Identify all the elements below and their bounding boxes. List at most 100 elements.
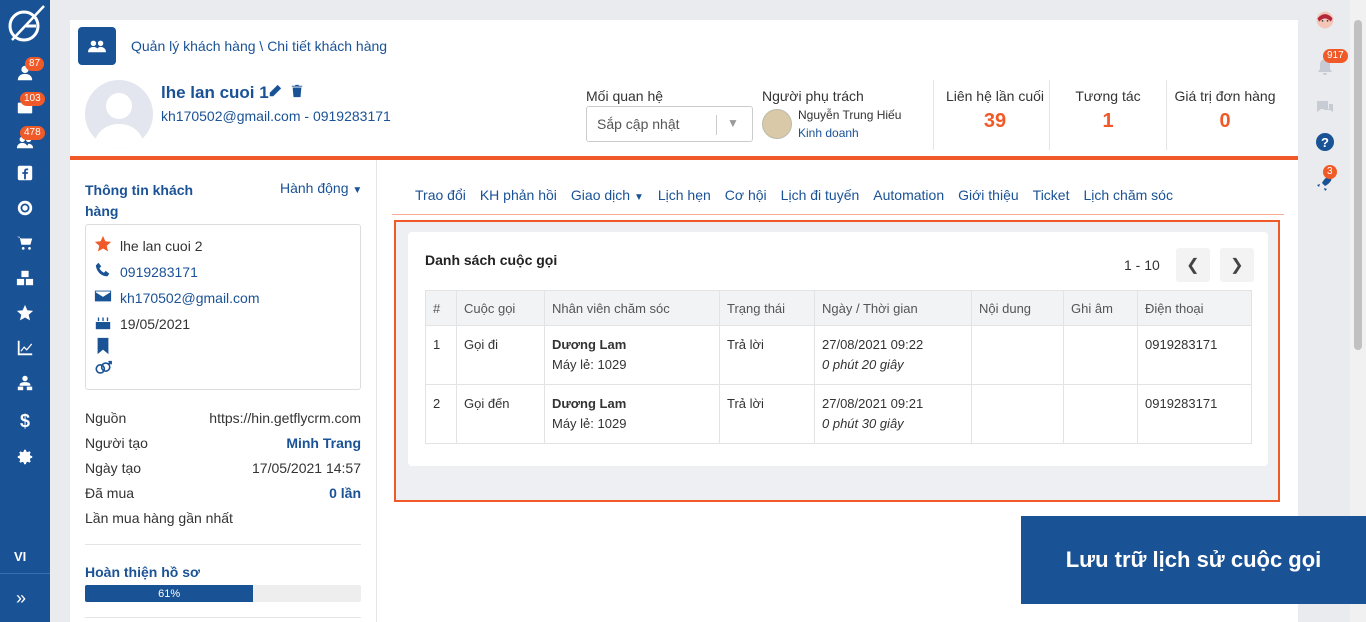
info-email[interactable]: kh170502@gmail.com bbox=[94, 287, 260, 308]
tab-lich-cham-soc[interactable]: Lịch chăm sóc bbox=[1083, 187, 1172, 203]
meta-source: Nguồn https://hin.getflycrm.com bbox=[85, 410, 361, 426]
col-header: Ngày / Thời gian bbox=[814, 290, 972, 326]
tab-kh-phan-hoi[interactable]: KH phản hồi bbox=[480, 187, 557, 203]
user-avatar[interactable] bbox=[1313, 8, 1337, 32]
meta-value: 17/05/2021 14:57 bbox=[252, 460, 361, 476]
calls-table: # Cuộc gọi Nhân viên chăm sóc Trạng thái… bbox=[425, 290, 1252, 444]
svg-text:?: ? bbox=[1321, 135, 1329, 150]
user-group-icon[interactable] bbox=[14, 372, 36, 394]
cell-phone: 0919283171 bbox=[1137, 384, 1252, 444]
dollar-icon[interactable]: $ bbox=[14, 410, 36, 432]
meta-label: Nguồn bbox=[85, 410, 127, 426]
owner-name[interactable]: Nguyễn Trung Hiếu bbox=[798, 108, 901, 122]
tab-lich-di-tuyen[interactable]: Lịch đi tuyến bbox=[781, 187, 860, 203]
next-page-button[interactable]: ❯ bbox=[1219, 248, 1254, 282]
meta-label: Người tạo bbox=[85, 435, 148, 451]
birthday-value: 19/05/2021 bbox=[120, 315, 191, 332]
actions-dropdown[interactable]: Hành động ▼ bbox=[280, 180, 362, 196]
cell-content bbox=[971, 384, 1064, 444]
meta-creator: Người tạo Minh Trang bbox=[85, 435, 361, 451]
info-bookmark bbox=[94, 337, 112, 358]
customer-info-title: Thông tin khách hàng bbox=[85, 182, 194, 219]
stat-label: Giá trị đơn hàng bbox=[1174, 88, 1276, 104]
col-header: Nội dung bbox=[971, 290, 1064, 326]
chat-icon[interactable] bbox=[1313, 95, 1337, 119]
profile-completion-label: Hoàn thiện hồ sơ bbox=[85, 564, 200, 580]
staff-name: Dương Lam bbox=[552, 337, 627, 352]
meta-value[interactable]: Minh Trang bbox=[286, 435, 361, 451]
phone-icon bbox=[94, 261, 112, 282]
chart-icon[interactable] bbox=[14, 337, 36, 359]
stat-label: Tương tác bbox=[1075, 88, 1141, 104]
tab-automation[interactable]: Automation bbox=[873, 187, 944, 203]
relationship-select[interactable]: Sắp cập nhật ▼ bbox=[586, 106, 753, 142]
stat-order-value: Giá trị đơn hàng 0 bbox=[1170, 88, 1280, 133]
tab-gioi-thieu[interactable]: Giới thiệu bbox=[958, 187, 1019, 203]
email-value[interactable]: kh170502@gmail.com bbox=[120, 290, 260, 306]
info-phone[interactable]: 0919283171 bbox=[94, 261, 198, 282]
trash-icon[interactable] bbox=[290, 84, 304, 101]
progress-fill: 61% bbox=[85, 585, 254, 602]
star-icon[interactable] bbox=[14, 302, 36, 324]
info-gender bbox=[94, 359, 112, 380]
badge-customers: 478 bbox=[20, 126, 45, 140]
call-duration: 0 phút 30 giây bbox=[822, 416, 904, 431]
chevron-down-icon: ▼ bbox=[727, 116, 739, 130]
help-icon[interactable]: ? bbox=[1313, 130, 1337, 154]
chevron-right-icon: ❯ bbox=[1230, 257, 1244, 274]
facebook-icon[interactable] bbox=[14, 162, 36, 184]
customer-avatar bbox=[85, 80, 153, 148]
cell-status: Trả lời bbox=[719, 325, 815, 385]
divider bbox=[1166, 80, 1167, 150]
owner-avatar bbox=[762, 109, 792, 139]
tab-co-hoi[interactable]: Cơ hội bbox=[725, 187, 767, 203]
language-switch[interactable]: VI bbox=[14, 549, 26, 564]
table-row[interactable]: 2 Gọi đến Dương Lam Máy lẻ: 1029 Trả lời … bbox=[425, 384, 1252, 444]
call-list-card: Danh sách cuộc gọi 1 - 10 ❮ ❯ # Cuộc gọi… bbox=[408, 232, 1268, 466]
col-header: # bbox=[425, 290, 457, 326]
tab-giao-dich[interactable]: Giao dịch ▼ bbox=[571, 187, 644, 203]
expand-sidebar-icon[interactable]: » bbox=[16, 588, 26, 609]
stat-value: 1 bbox=[1102, 110, 1114, 132]
birthday-cake-icon bbox=[94, 313, 112, 334]
tab-lich-hen[interactable]: Lịch hẹn bbox=[658, 187, 711, 203]
caret-down-icon: ▼ bbox=[352, 185, 363, 196]
actions-label: Hành động bbox=[280, 180, 349, 196]
profile-progress-bar: 61% bbox=[85, 585, 361, 602]
col-header: Cuộc gọi bbox=[456, 290, 545, 326]
cart-icon[interactable] bbox=[14, 232, 36, 254]
gear-icon[interactable] bbox=[14, 446, 36, 468]
phone-value[interactable]: 0919283171 bbox=[120, 264, 198, 280]
stat-last-contact: Liên hệ lần cuối 39 bbox=[940, 88, 1050, 133]
relationship-label: Mối quan hệ bbox=[586, 88, 664, 104]
meta-label: Ngày tạo bbox=[85, 460, 142, 476]
notification-badge: 917 bbox=[1323, 49, 1348, 63]
target-icon[interactable] bbox=[14, 197, 36, 219]
app-logo[interactable] bbox=[4, 4, 46, 44]
meta-label: Lần mua hàng gần nhất bbox=[85, 510, 233, 526]
badge-users: 87 bbox=[25, 57, 45, 71]
prev-page-button[interactable]: ❮ bbox=[1175, 248, 1210, 282]
scrollbar-thumb[interactable] bbox=[1354, 20, 1362, 350]
tab-trao-doi[interactable]: Trao đổi bbox=[415, 187, 466, 203]
meta-value[interactable]: 0 lần bbox=[329, 485, 361, 501]
cell-type: Gọi đi bbox=[456, 325, 545, 385]
table-row[interactable]: 1 Gọi đi Dương Lam Máy lẻ: 1029 Trả lời 2… bbox=[425, 325, 1252, 385]
cell-content bbox=[971, 325, 1064, 385]
page-range: 1 - 10 bbox=[1124, 257, 1160, 273]
cell-record bbox=[1063, 325, 1138, 385]
boxes-icon[interactable] bbox=[14, 267, 36, 289]
call-datetime: 27/08/2021 09:21 bbox=[822, 396, 924, 411]
edit-icon[interactable] bbox=[268, 84, 282, 101]
info-alt-name: lhe lan cuoi 2 bbox=[94, 235, 203, 256]
call-list-panel: Danh sách cuộc gọi 1 - 10 ❮ ❯ # Cuộc gọi… bbox=[394, 220, 1280, 502]
rocket-badge: 3 bbox=[1323, 165, 1337, 179]
tab-ticket[interactable]: Ticket bbox=[1033, 187, 1070, 203]
col-header: Điện thoại bbox=[1137, 290, 1252, 326]
cell-record bbox=[1063, 384, 1138, 444]
info-birthday: 19/05/2021 bbox=[94, 313, 190, 334]
col-header: Ghi âm bbox=[1063, 290, 1138, 326]
breadcrumb[interactable]: Quản lý khách hàng \ Chi tiết khách hàng bbox=[131, 38, 387, 54]
cell-status: Trả lời bbox=[719, 384, 815, 444]
call-duration: 0 phút 20 giây bbox=[822, 357, 904, 372]
